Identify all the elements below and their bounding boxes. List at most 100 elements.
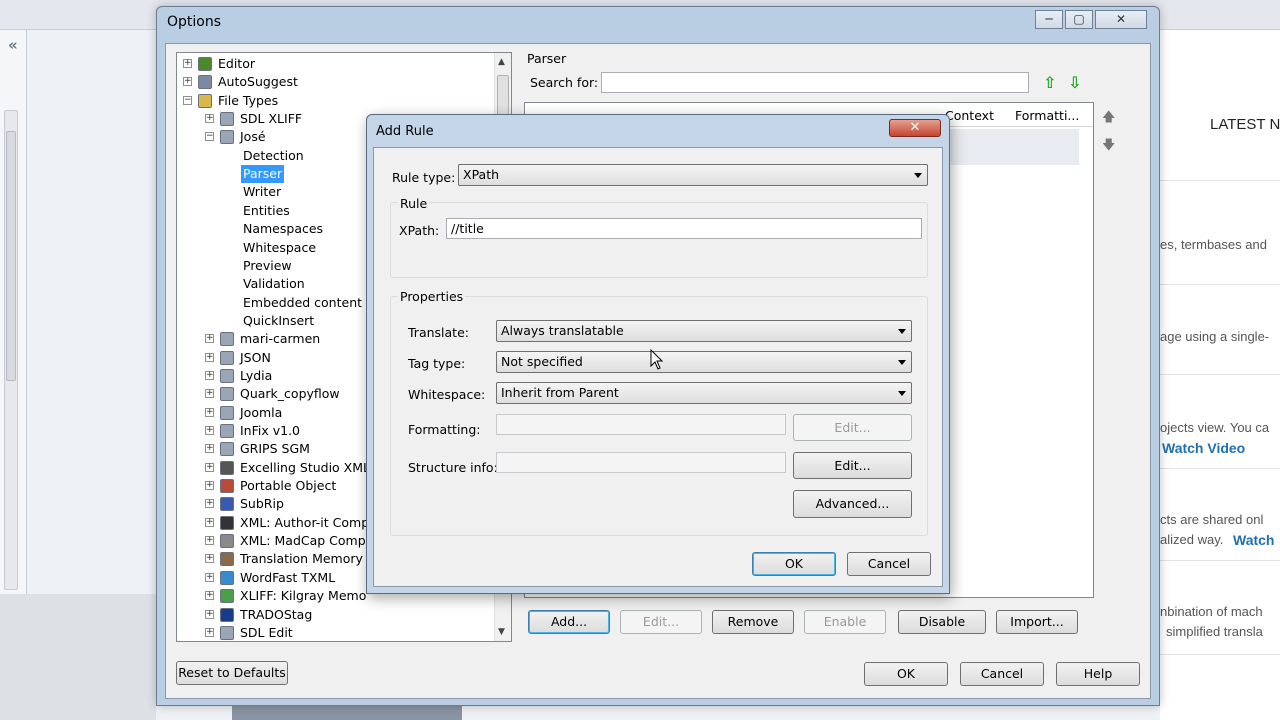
dialog-title: Add Rule [376,124,434,139]
translate-select[interactable]: Always translatable [496,320,912,342]
panel-heading: Parser [527,51,567,66]
tree-item-label: QuickInsert [243,312,315,328]
expand-icon[interactable]: + [205,609,214,619]
expand-icon[interactable]: + [205,407,214,417]
tag-type-select[interactable]: Not specified [496,351,912,373]
formatting-field [496,414,786,435]
add-rule-button[interactable]: Add... [528,610,610,634]
expand-icon[interactable]: + [205,389,214,399]
news-text: age using a single- [1160,329,1270,344]
expand-icon[interactable]: + [205,426,214,435]
column-header-formatting[interactable]: Formatti... [1015,108,1079,123]
disable-rule-button[interactable]: Disable [898,610,986,634]
collapse-icon[interactable]: − [183,95,192,105]
move-down-icon[interactable]: 🡇 [1102,136,1115,158]
expand-icon[interactable]: + [205,462,214,472]
mouse-cursor-icon [650,349,664,370]
arrow-down-green-icon[interactable]: ⇩ [1068,73,1081,92]
expand-icon[interactable]: + [205,481,214,491]
tree-item-label: XLIFF: Kilgray Memo [240,588,367,604]
arrow-up-green-icon[interactable]: ⇧ [1043,73,1056,92]
scroll-up-icon[interactable]: ▲ [498,57,505,67]
watch-link[interactable]: Watch [1233,532,1274,548]
tree-item-label: File Types [218,92,279,108]
expand-icon[interactable]: + [205,352,214,362]
tree-item-label: Writer [243,184,282,200]
expand-icon[interactable]: + [205,114,214,124]
cancel-button[interactable]: Cancel [960,662,1044,686]
news-text: nbination of mach [1160,604,1263,619]
divider [1160,560,1280,561]
rule-type-label: Rule type: [392,170,456,185]
scroll-down-icon[interactable]: ▼ [498,627,505,637]
tree-item-label: AutoSuggest [218,74,298,90]
import-button[interactable]: Import... [996,610,1078,634]
expand-icon[interactable]: + [205,536,214,546]
dropdown-caret-icon [898,329,906,334]
scrollbar-thumb[interactable] [6,131,16,381]
expand-icon[interactable]: + [205,517,214,527]
tag-type-label: Tag type: [408,356,466,371]
rule-type-value: XPath [463,167,500,182]
tree-item[interactable]: − File Types [177,92,493,110]
translate-value: Always translatable [501,323,624,338]
rule-group [390,202,928,278]
ok-button[interactable]: OK [864,662,948,686]
enable-rule-button[interactable]: Enable [804,610,886,634]
expand-icon[interactable]: + [183,77,192,87]
background-scrollbar[interactable] [4,110,18,590]
expand-icon[interactable]: + [205,334,214,344]
divider [1160,180,1280,181]
background-left-panel: « [0,30,27,600]
expand-icon[interactable]: + [205,572,214,582]
tree-item-label: Lydia [240,367,273,383]
divider [1160,654,1280,655]
group-label: Properties [398,289,466,304]
tree-item[interactable]: + SDL Edit [177,624,493,641]
edit-formatting-button[interactable]: Edit... [793,414,912,441]
tree-item[interactable]: + TRADOStag [177,606,493,624]
expand-icon[interactable]: + [205,591,214,601]
structure-info-label: Structure info: [408,460,498,475]
collapse-chevron-icon[interactable]: « [8,36,18,54]
rule-type-select[interactable]: XPath [458,164,928,186]
tree-item[interactable]: + AutoSuggest [177,73,493,91]
expand-icon[interactable]: + [205,554,214,564]
close-icon[interactable]: ✕ [889,119,941,137]
move-up-icon[interactable]: 🡅 [1102,108,1115,130]
tree-item-label: Editor [218,56,255,71]
dialog-cancel-button[interactable]: Cancel [847,552,931,576]
reset-to-defaults-button[interactable]: Reset to Defaults [176,661,288,685]
expand-icon[interactable]: + [205,499,214,509]
tree-item[interactable]: + Editor [177,55,493,73]
maximize-icon[interactable]: ▢ [1065,10,1093,29]
xpath-input[interactable]: //title [446,218,922,239]
window-close-icon[interactable]: ✕ [1095,10,1147,29]
expand-icon[interactable]: + [205,370,214,380]
column-header-context[interactable]: Context [945,108,994,123]
background-panel [0,594,156,720]
whitespace-select[interactable]: Inherit from Parent [496,382,912,404]
expand-icon[interactable]: + [205,444,214,454]
edit-rule-button[interactable]: Edit... [620,610,702,634]
watch-video-link[interactable]: Watch Video [1162,440,1245,456]
advanced-button[interactable]: Advanced... [793,490,912,518]
search-input[interactable] [601,72,1029,93]
gears-icon [198,75,212,90]
tree-item-label: SDL XLIFF [240,111,303,127]
edit-structure-button[interactable]: Edit... [793,452,912,479]
expand-icon[interactable]: + [183,59,192,68]
divider [1160,468,1280,469]
dialog-ok-button[interactable]: OK [752,552,836,576]
minimize-icon[interactable]: ─ [1035,10,1063,29]
remove-rule-button[interactable]: Remove [712,610,794,634]
collapse-icon[interactable]: − [205,132,214,142]
help-button[interactable]: Help [1056,662,1140,686]
document-icon [220,350,234,365]
tree-item-label: GRIPS SGM [240,441,310,457]
tree-item-label: mari-carmen [240,331,321,347]
tree-item-label: José [240,129,266,145]
document-icon [220,368,234,383]
expand-icon[interactable]: + [205,627,214,637]
news-text: simplified transla [1166,624,1263,639]
